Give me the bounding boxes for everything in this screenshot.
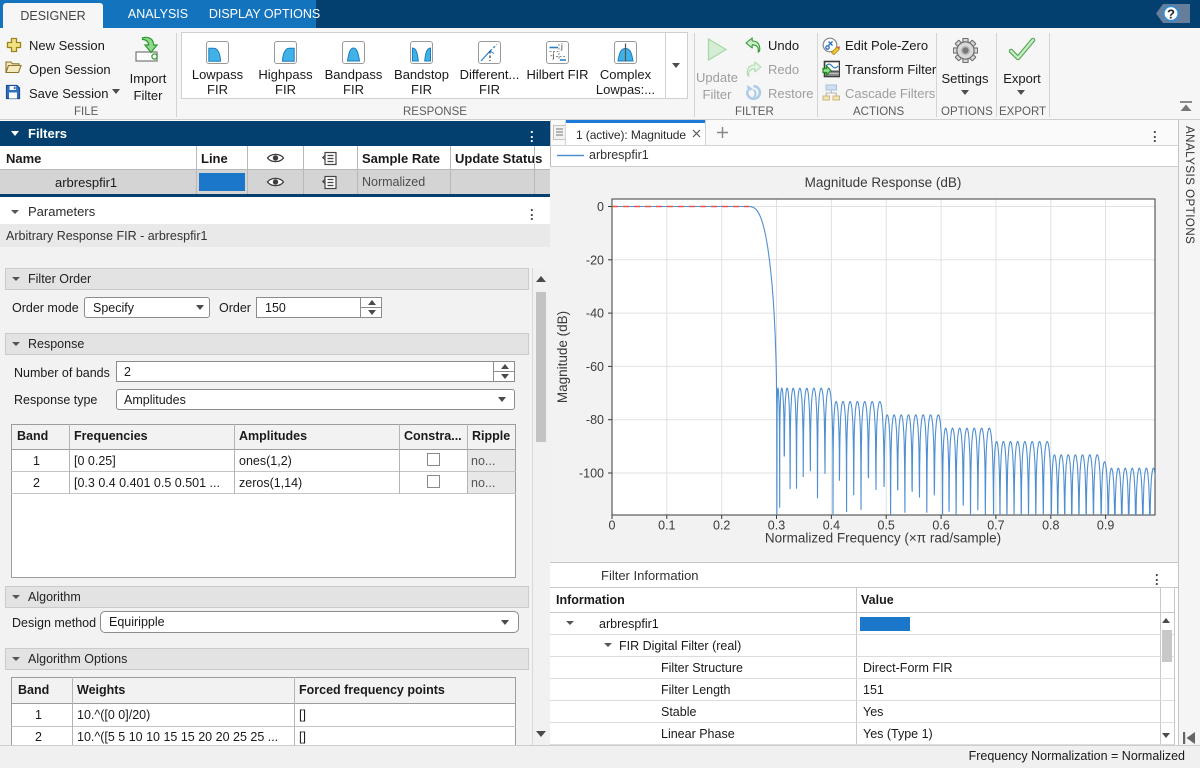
svg-text:Magnitude Response (dB): Magnitude Response (dB)	[805, 175, 962, 190]
svg-text:-j: -j	[550, 51, 555, 60]
svg-text:0: 0	[597, 200, 604, 214]
svg-text:0.8: 0.8	[1042, 518, 1059, 532]
svg-text:0.1: 0.1	[658, 518, 675, 532]
svg-text:Normalized Frequency (×π rad/s: Normalized Frequency (×π rad/sample)	[765, 531, 1001, 546]
svg-text:j: j	[560, 42, 563, 51]
svg-text:-40: -40	[586, 307, 604, 321]
svg-text:-100: -100	[579, 467, 604, 481]
svg-text:-80: -80	[586, 413, 604, 427]
svg-text:?: ?	[1167, 6, 1175, 21]
svg-text:0.9: 0.9	[1097, 518, 1114, 532]
svg-text:Magnitude (dB): Magnitude (dB)	[555, 311, 570, 403]
svg-text:0.2: 0.2	[713, 518, 730, 532]
svg-text:-20: -20	[586, 253, 604, 267]
svg-text:-60: -60	[586, 360, 604, 374]
svg-text:0: 0	[609, 518, 616, 532]
